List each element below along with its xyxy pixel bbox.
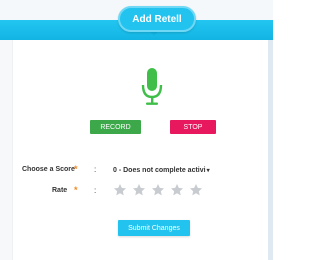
- left-gutter: [0, 40, 12, 260]
- star-rating[interactable]: [113, 183, 203, 201]
- score-selected-value: 0 - Does not complete activi: [113, 166, 206, 174]
- score-separator: :: [94, 165, 97, 174]
- microphone-icon[interactable]: [141, 68, 163, 108]
- submit-changes-button[interactable]: Submit Changes: [118, 220, 190, 236]
- score-select[interactable]: 0 - Does not complete activi ▾: [113, 163, 223, 177]
- star-icon[interactable]: [189, 183, 203, 197]
- rate-label: Rate: [52, 187, 68, 194]
- star-icon[interactable]: [151, 183, 165, 197]
- score-label: Choose a Score: [22, 166, 75, 173]
- record-button[interactable]: RECORD: [90, 120, 141, 134]
- stop-button[interactable]: STOP: [170, 120, 216, 134]
- star-icon[interactable]: [170, 183, 184, 197]
- star-icon[interactable]: [113, 183, 127, 197]
- rate-required-mark: *: [74, 185, 78, 195]
- scrollbar-track[interactable]: [268, 40, 273, 260]
- score-required-mark: *: [74, 164, 78, 174]
- page-title: Add Retell: [118, 6, 196, 32]
- rate-separator: :: [94, 186, 97, 195]
- star-icon[interactable]: [132, 183, 146, 197]
- chevron-down-icon: ▾: [206, 167, 210, 174]
